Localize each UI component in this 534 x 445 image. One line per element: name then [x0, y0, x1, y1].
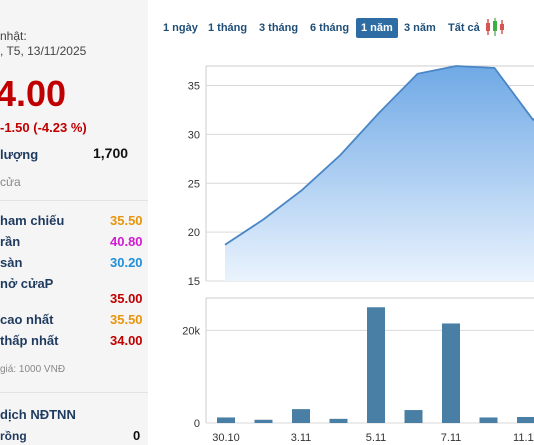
volume-bar[interactable] [479, 417, 498, 423]
tab-3-months[interactable]: 3 tháng [259, 18, 298, 38]
x-tick-label: 5.11 [366, 432, 387, 444]
foreign-net-label: rồng [0, 429, 27, 443]
stat-label-low: thấp nhất [0, 333, 59, 348]
price-change: -1.50 (-4.23 %) [0, 120, 87, 135]
volume-bar-chart[interactable]: 20k 0 30.10 3.11 5.11 7.11 11.11 [150, 294, 534, 445]
price-area-fill [225, 66, 534, 281]
update-date: , T5, 13/11/2025 [0, 44, 87, 58]
volume-bar[interactable] [442, 323, 460, 423]
volume-bar[interactable] [404, 410, 423, 423]
y-tick-label: 25 [188, 178, 200, 190]
y-tick-label: 30 [188, 129, 200, 141]
volume-bar[interactable] [367, 307, 385, 423]
x-tick-label: 11.11 [513, 432, 534, 444]
y-tick-label: 20k [182, 325, 200, 337]
y-tick-label: 20 [188, 227, 200, 239]
volume-bar[interactable] [329, 418, 348, 423]
stat-label-high: cao nhất [0, 312, 54, 327]
y-tick-label: 0 [194, 418, 200, 430]
tab-1-year[interactable]: 1 năm [356, 18, 398, 38]
tab-1-month[interactable]: 1 tháng [208, 18, 247, 38]
stock-info-panel: nhật: , T5, 13/11/2025 4.00 -1.50 (-4.23… [0, 0, 148, 445]
y-tick-label: 35 [188, 81, 200, 93]
stat-value-ceiling: 40.80 [110, 234, 143, 249]
stat-value-low: 34.00 [110, 333, 143, 348]
open-label: cửa [0, 175, 21, 189]
stat-value-high: 35.50 [110, 312, 143, 327]
volume-value: 1,700 [93, 145, 129, 161]
divider [0, 392, 148, 393]
candlestick-chart-icon[interactable] [484, 17, 506, 37]
volume-bar[interactable] [217, 417, 235, 423]
price-unit-note: giá: 1000 VNĐ [0, 364, 66, 375]
update-label: nhật: [0, 29, 27, 43]
current-price: 4.00 [0, 73, 67, 114]
tab-6-months[interactable]: 6 tháng [310, 18, 349, 38]
stat-value-floor: 30.20 [110, 255, 143, 270]
stat-value-reference: 35.50 [110, 213, 143, 228]
price-area-chart[interactable]: 35 30 25 20 15 [150, 60, 534, 285]
x-tick-label: 7.11 [441, 432, 462, 444]
tab-3-years[interactable]: 3 năm [404, 18, 436, 38]
foreign-trade-title: dịch NĐTNN [0, 407, 76, 422]
x-tick-label: 3.11 [291, 432, 312, 444]
divider [0, 200, 148, 201]
volume-label: lượng [0, 147, 39, 162]
stat-value-open: 35.00 [110, 291, 143, 306]
stat-label-open: nở cửaP [0, 276, 54, 291]
stat-label-ceiling: rần [0, 234, 21, 249]
volume-bar[interactable] [254, 419, 273, 423]
volume-bar[interactable] [517, 416, 534, 423]
tab-1-day[interactable]: 1 ngày [163, 18, 198, 38]
foreign-net-value: 0 [133, 428, 141, 443]
tab-all[interactable]: Tất cả [448, 18, 480, 38]
volume-bar[interactable] [292, 409, 310, 423]
x-tick-label: 30.10 [212, 432, 240, 444]
stat-label-floor: sàn [0, 255, 23, 270]
y-tick-label: 15 [188, 276, 200, 285]
stat-label-reference: ham chiếu [0, 213, 65, 228]
